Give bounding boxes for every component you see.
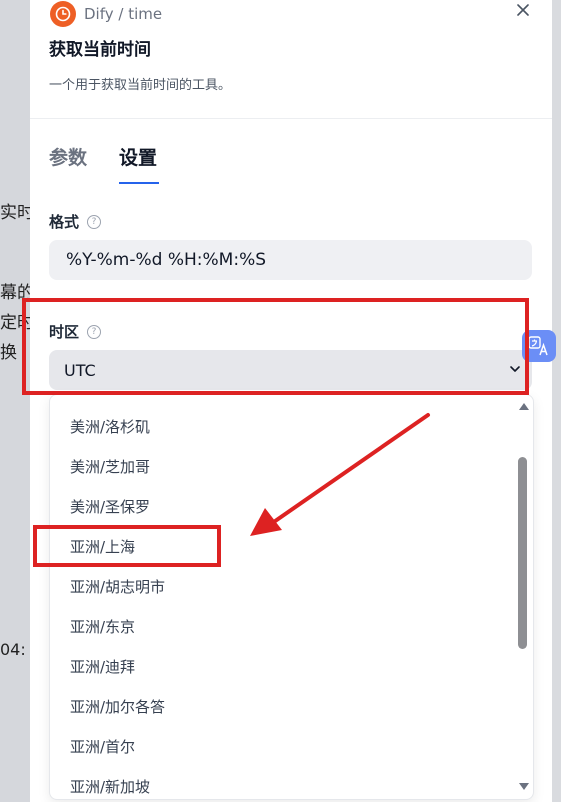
dropdown-option[interactable]: 亚洲/加尔各答 (70, 696, 165, 717)
dropdown-option[interactable]: 亚洲/东京 (70, 616, 135, 637)
provider-header: Dify / time (50, 0, 162, 28)
tool-title: 获取当前时间 (49, 40, 151, 60)
timezone-dropdown[interactable]: 美洲/洛杉矶 美洲/芝加哥 美洲/圣保罗 亚洲/上海 亚洲/胡志明市 亚洲/东京… (49, 394, 534, 800)
tool-settings-panel: Dify / time 获取当前时间 一个用于获取当前时间的工具。 参数 设置 … (30, 0, 552, 802)
close-icon (517, 4, 529, 16)
format-label-text: 格式 (49, 213, 80, 231)
format-input[interactable]: %Y-%m-%d %H:%M:%S (49, 240, 532, 280)
dropdown-option[interactable]: 美洲/圣保罗 (70, 496, 150, 517)
divider (30, 118, 552, 119)
background-text: 实时 (0, 203, 30, 223)
dropdown-option[interactable]: 亚洲/迪拜 (70, 656, 135, 677)
dropdown-option[interactable]: 亚洲/首尔 (70, 736, 135, 757)
scroll-up-icon[interactable] (519, 403, 529, 410)
close-button[interactable] (512, 0, 534, 20)
provider-name: Dify / time (84, 5, 163, 23)
scroll-down-icon[interactable] (519, 783, 529, 790)
annotation-box-shanghai (33, 525, 221, 567)
clock-icon (50, 1, 76, 27)
background-page: 实时 幕的 定时 换 04: (0, 0, 30, 802)
dropdown-scrollbar[interactable] (516, 395, 532, 799)
active-tab-indicator (119, 182, 159, 184)
background-text: 04: (0, 640, 26, 659)
scroll-thumb[interactable] (518, 457, 527, 649)
dropdown-option[interactable]: 亚洲/胡志明市 (70, 576, 165, 597)
tab-settings[interactable]: 设置 (119, 143, 157, 170)
tool-description: 一个用于获取当前时间的工具。 (49, 78, 232, 93)
annotation-box-timezone (22, 298, 529, 395)
dropdown-option[interactable]: 亚洲/新加坡 (70, 776, 150, 797)
format-label: 格式 ? (49, 211, 102, 232)
dropdown-option[interactable]: 美洲/洛杉矶 (70, 416, 150, 437)
dropdown-option[interactable]: 美洲/芝加哥 (70, 456, 150, 477)
tab-params[interactable]: 参数 (49, 143, 87, 170)
help-icon[interactable]: ? (87, 214, 102, 229)
translate-icon (528, 336, 548, 356)
background-page-right (552, 0, 561, 802)
